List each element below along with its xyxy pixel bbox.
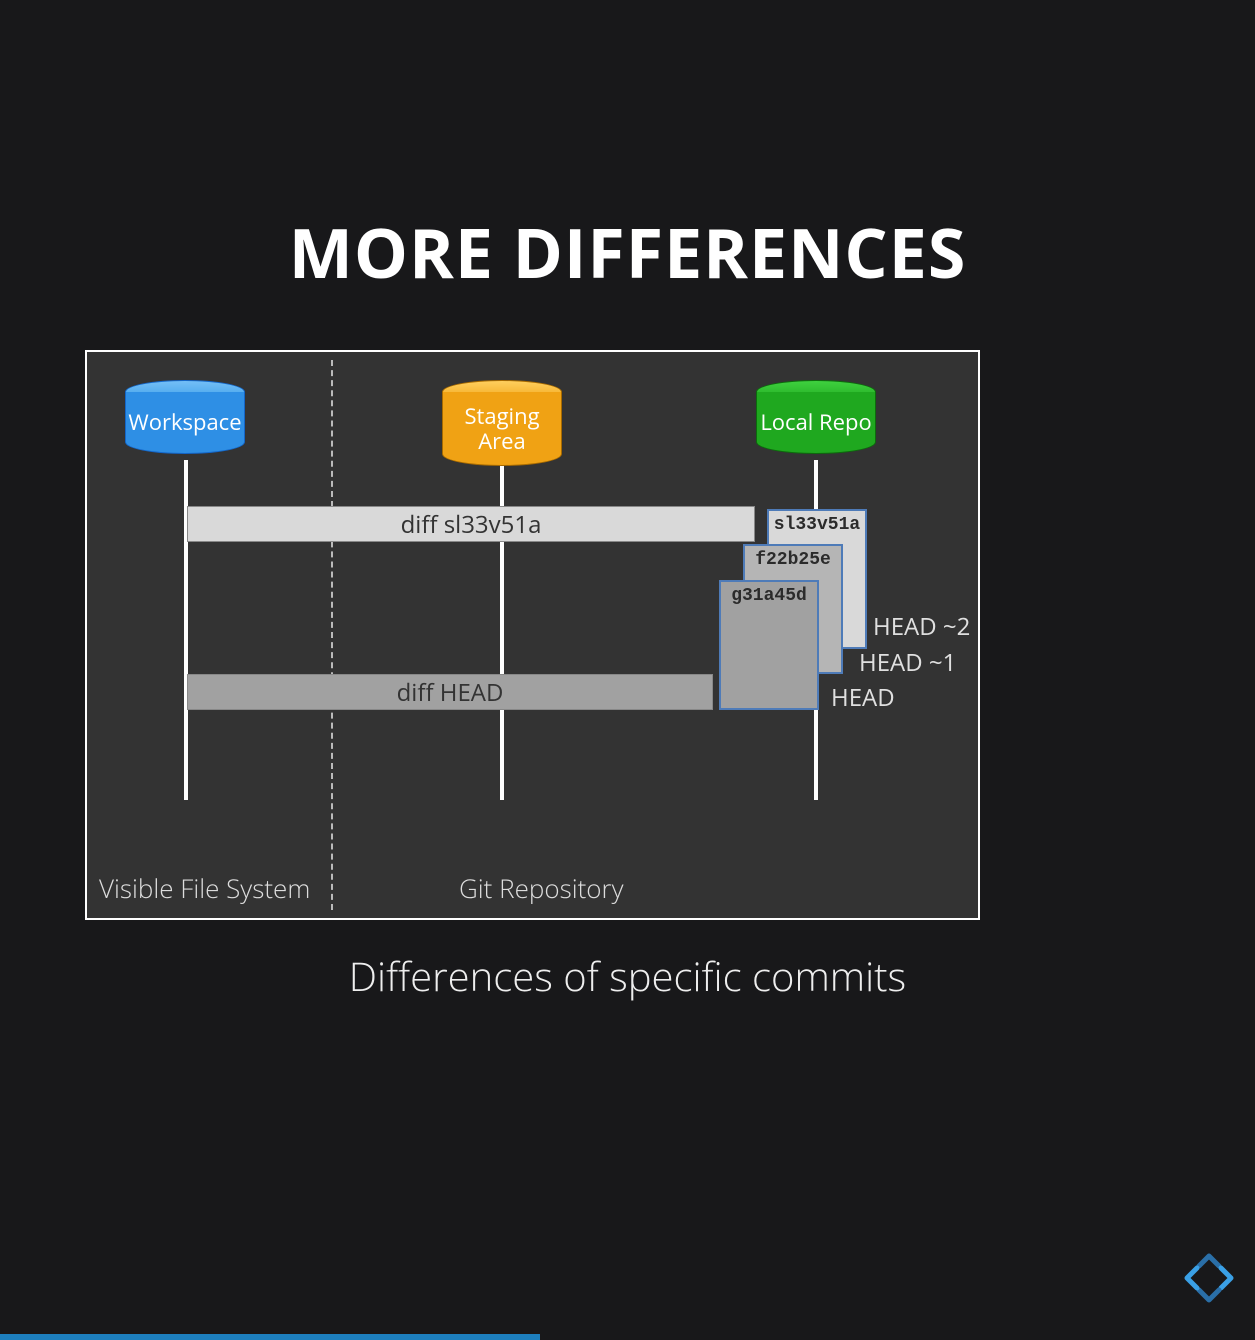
head-label-2: HEAD ~2: [873, 610, 970, 643]
store-local-label: Local Repo: [760, 410, 871, 434]
head-label-0: HEAD: [831, 681, 895, 714]
slide: MORE DIFFERENCES Visible File System Git…: [0, 0, 1255, 1340]
nav-diamond-icon[interactable]: [1175, 1244, 1243, 1312]
slide-title: MORE DIFFERENCES: [0, 205, 1255, 298]
divider-dashed: [331, 360, 333, 910]
diagram-frame: Visible File System Git Repository Works…: [85, 350, 980, 920]
section-label-visible-fs: Visible File System: [99, 870, 310, 906]
bar-diff-head: diff HEAD: [187, 674, 713, 710]
commit-card-3: g31a45d: [719, 580, 819, 710]
bar-diff-sha: diff sl33v51a: [187, 506, 755, 542]
section-label-git-repo: Git Repository: [459, 870, 624, 906]
slide-caption: Differences of specific commits: [0, 948, 1255, 1003]
store-workspace-label: Workspace: [128, 410, 241, 434]
head-label-1: HEAD ~1: [859, 646, 956, 679]
progress-bar: [0, 1334, 540, 1340]
store-staging-label: Staging Area: [464, 404, 539, 452]
